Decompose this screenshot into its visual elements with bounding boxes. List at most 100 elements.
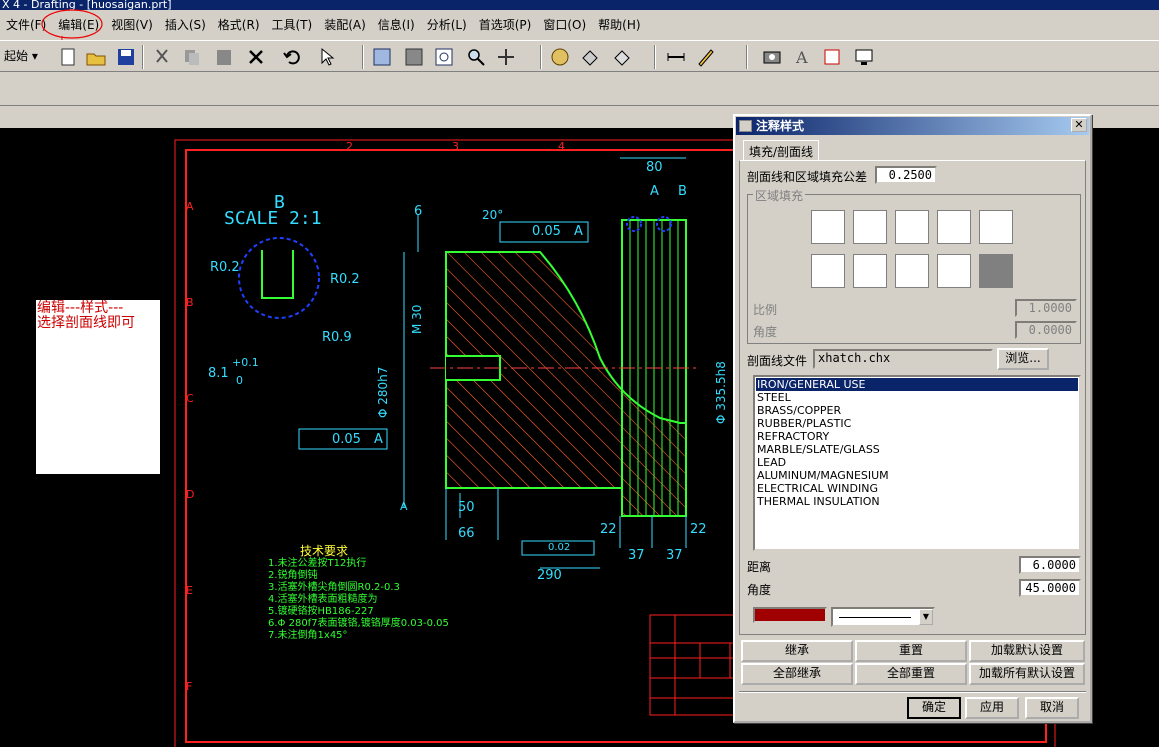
delete-icon[interactable] xyxy=(244,45,266,67)
toolbar-separator xyxy=(362,45,364,69)
camera-icon[interactable] xyxy=(760,45,782,67)
scale-field[interactable]: 1.0000 xyxy=(1015,299,1077,317)
menu-window[interactable]: 窗口(O) xyxy=(537,11,592,39)
zoom-area-icon[interactable] xyxy=(402,45,424,67)
edit-style-icon[interactable] xyxy=(694,45,716,67)
pattern-vertical-icon[interactable] xyxy=(979,210,1013,244)
pattern-stipple-icon[interactable] xyxy=(811,254,845,288)
list-item[interactable]: IRON/GENERAL USE xyxy=(756,378,1078,391)
load-default-button[interactable]: 加载默认设置 xyxy=(969,640,1085,662)
dim-66: 66 xyxy=(458,526,475,541)
hatch-angle-field[interactable]: 45.0000 xyxy=(1019,579,1081,597)
menu-format[interactable]: 格式(R) xyxy=(212,11,266,39)
border-letter-b: B xyxy=(186,296,194,309)
tech-line: 1.未注公差按T12执行 xyxy=(268,558,367,569)
list-item[interactable]: REFRACTORY xyxy=(756,430,1078,443)
border-letter-c: C xyxy=(186,392,194,405)
pattern-weave-icon[interactable] xyxy=(937,210,971,244)
distance-field[interactable]: 6.0000 xyxy=(1019,556,1081,574)
apply-button[interactable]: 应用 xyxy=(965,697,1019,719)
detail-view-circle xyxy=(238,237,320,319)
pattern-dots-icon[interactable] xyxy=(895,210,929,244)
palette-icon[interactable] xyxy=(548,45,570,67)
pattern-custom-icon[interactable] xyxy=(979,254,1013,288)
window-title: X 4 - Drafting - [huosaigan.prt] xyxy=(0,0,1159,10)
pattern-radial-icon[interactable] xyxy=(895,254,929,288)
tech-line: 7.未注倒角1x45° xyxy=(268,630,348,641)
fit-icon[interactable] xyxy=(370,45,392,67)
color-swatch[interactable] xyxy=(753,607,827,623)
menu-info[interactable]: 信息(I) xyxy=(372,11,421,39)
distance-label: 距离 xyxy=(747,560,772,574)
dialog-divider xyxy=(739,691,1086,693)
drafting-toolbar xyxy=(0,72,1159,106)
pattern-horizontal-icon[interactable] xyxy=(853,254,887,288)
piston-rod-section xyxy=(445,251,687,517)
dialog-app-icon xyxy=(739,120,752,132)
pan-icon[interactable] xyxy=(494,45,516,67)
list-item[interactable]: LEAD xyxy=(756,456,1078,469)
reset-all-button[interactable]: 全部重置 xyxy=(855,663,967,685)
toolbar-separator xyxy=(142,45,144,69)
dim-r02-left: R0.2 xyxy=(210,260,240,275)
line-style-select[interactable]: ▼ xyxy=(831,607,935,627)
zoom-icon[interactable] xyxy=(464,45,486,67)
list-item[interactable]: ELECTRICAL WINDING xyxy=(756,482,1078,495)
tech-requirements-list: 1.未注公差按T12执行 2.锐角倒钝 3.活塞外槽尖角倒圆R0.2-0.3 4… xyxy=(268,558,449,642)
load-all-default-button[interactable]: 加载所有默认设置 xyxy=(969,663,1085,685)
ok-button[interactable]: 确定 xyxy=(907,697,961,719)
list-item[interactable]: ALUMINUM/MAGNESIUM xyxy=(756,469,1078,482)
menu-help[interactable]: 帮助(H) xyxy=(592,11,646,39)
measure-icon[interactable] xyxy=(664,45,686,67)
chevron-down-icon[interactable]: ▼ xyxy=(919,609,933,625)
new-icon[interactable] xyxy=(56,45,78,67)
pattern-wood-icon[interactable] xyxy=(937,254,971,288)
show-hide-icon[interactable] xyxy=(578,45,600,67)
close-icon[interactable]: ✕ xyxy=(1071,118,1087,132)
dim-tolerance-left: 0.05 xyxy=(332,432,361,447)
dim-22-right: 22 xyxy=(690,522,707,537)
properties-icon[interactable] xyxy=(820,45,842,67)
note-line-1: 编辑---样式--- xyxy=(37,300,124,316)
save-icon[interactable] xyxy=(114,45,136,67)
menu-analysis[interactable]: 分析(L) xyxy=(421,11,473,39)
reset-button[interactable]: 重置 xyxy=(855,640,967,662)
angle-field[interactable]: 0.0000 xyxy=(1015,321,1077,339)
menu-assembly[interactable]: 装配(A) xyxy=(318,11,372,39)
menu-insert[interactable]: 插入(S) xyxy=(159,11,212,39)
display-icon[interactable] xyxy=(852,45,874,67)
list-item[interactable]: BRASS/COPPER xyxy=(756,404,1078,417)
cancel-button[interactable]: 取消 xyxy=(1025,697,1079,719)
dim-8-1: 8.1 xyxy=(208,366,229,381)
browse-button[interactable]: 浏览... xyxy=(997,348,1049,370)
paste-icon[interactable] xyxy=(212,45,234,67)
toolbar-separator xyxy=(654,45,656,69)
open-icon[interactable] xyxy=(84,45,106,67)
hatch-file-field[interactable]: xhatch.chx xyxy=(813,349,993,369)
standard-toolbar: 起始 ▾ A xyxy=(0,40,1159,72)
hatch-type-list[interactable]: IRON/GENERAL USE STEEL BRASS/COPPER RUBB… xyxy=(753,375,1081,551)
zoom-window-icon[interactable] xyxy=(432,45,454,67)
menu-preferences[interactable]: 首选项(P) xyxy=(473,11,538,39)
dim-phi280: Φ 280h7 xyxy=(376,366,390,418)
select-icon[interactable] xyxy=(316,45,338,67)
start-button[interactable]: 起始 ▾ xyxy=(4,47,38,64)
inherit-button[interactable]: 继承 xyxy=(741,640,853,662)
list-item[interactable]: STEEL xyxy=(756,391,1078,404)
menu-tools[interactable]: 工具(T) xyxy=(266,11,319,39)
text-style-icon[interactable]: A xyxy=(790,45,812,67)
tolerance-field[interactable]: 0.2500 xyxy=(875,166,937,184)
inherit-all-button[interactable]: 全部继承 xyxy=(741,663,853,685)
copy-icon[interactable] xyxy=(180,45,202,67)
tab-fill-hatch[interactable]: 填充/剖面线 xyxy=(743,140,820,160)
layer-icon[interactable] xyxy=(610,45,632,67)
list-item[interactable]: THERMAL INSULATION xyxy=(756,495,1078,508)
undo-icon[interactable] xyxy=(280,45,302,67)
cut-icon[interactable] xyxy=(150,45,172,67)
dim-8-1-lower: 0 xyxy=(236,374,243,387)
toolbar-separator xyxy=(746,45,748,69)
pattern-diagonal-icon[interactable] xyxy=(853,210,887,244)
list-item[interactable]: MARBLE/SLATE/GLASS xyxy=(756,443,1078,456)
list-item[interactable]: RUBBER/PLASTIC xyxy=(756,417,1078,430)
pattern-wave-icon[interactable] xyxy=(811,210,845,244)
